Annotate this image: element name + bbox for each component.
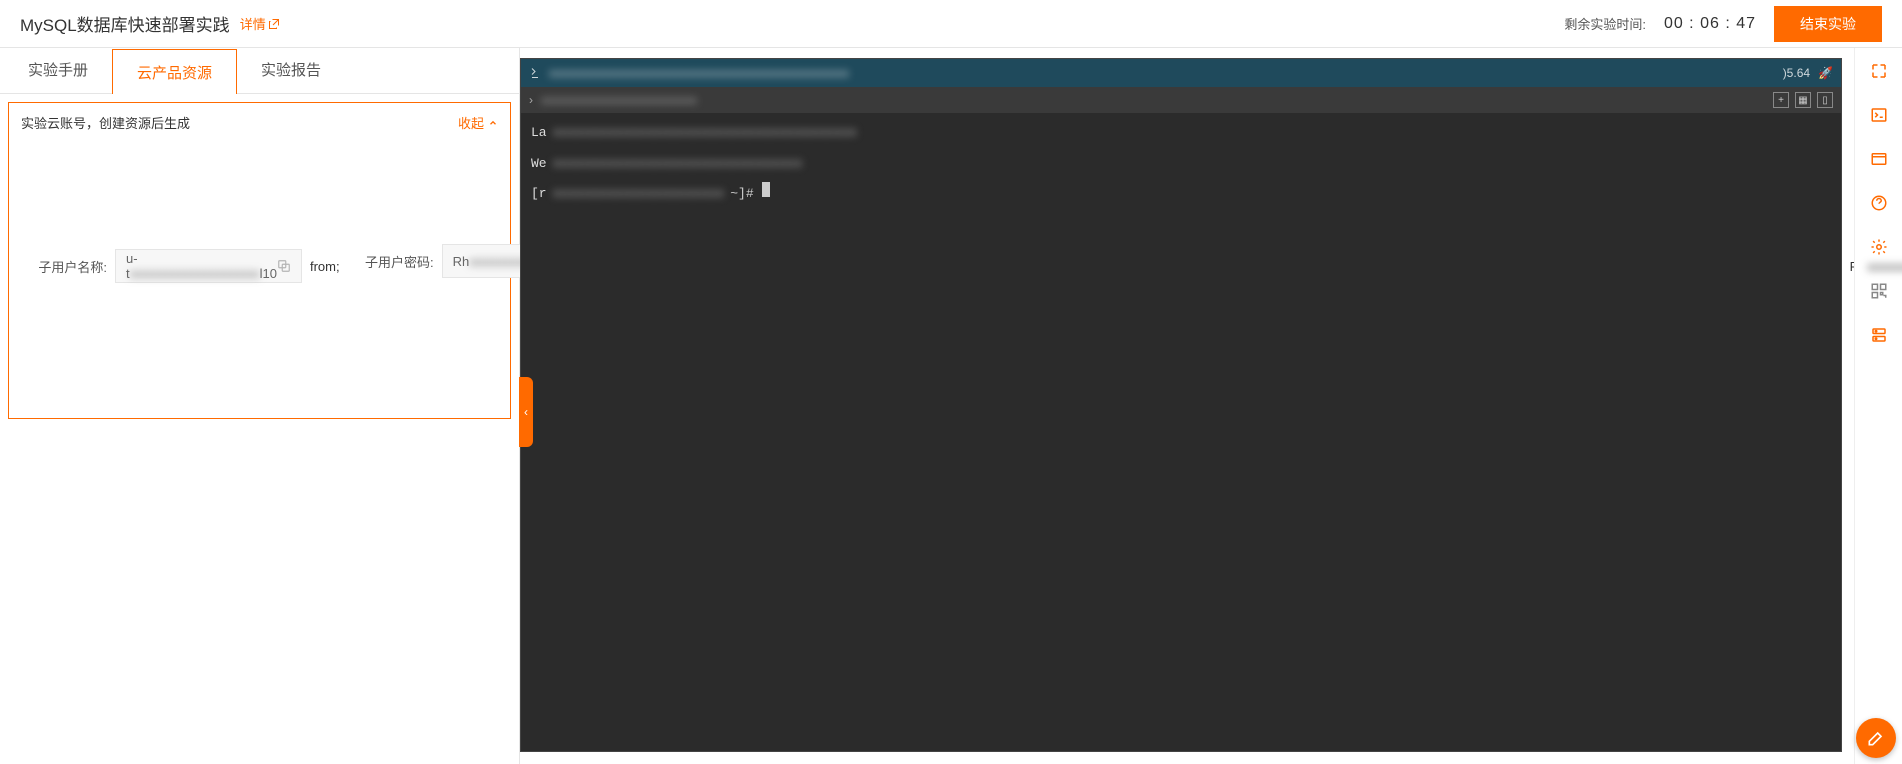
help-rail-icon[interactable] — [1868, 192, 1890, 214]
page-title: MySQL数据库快速部署实践 — [20, 11, 230, 36]
server-icon[interactable] — [1868, 324, 1890, 346]
terminal-cursor — [762, 182, 770, 197]
tab-resources[interactable]: 云产品资源 — [112, 49, 237, 94]
terminal-split-icon[interactable]: ▯ — [1817, 92, 1833, 108]
rocket-icon: 🚀 — [1818, 66, 1833, 80]
terminal-tab-title: xxxxxxxxxxxxxxxxxxxxxxxxxxxxxxxxxxxxxxxx… — [549, 66, 1775, 80]
resources-panel: 实验云账号，创建资源后生成 收起 子用户名称: u-txxxxxxxxxxxxx… — [8, 102, 511, 419]
chevron-up-icon — [488, 118, 498, 128]
terminal-line: [r — [531, 182, 547, 207]
terminal-area: ‹ xxxxxxxxxxxxxxxxxxxxxxxxxxxxxxxxxxxxxx… — [520, 48, 1854, 764]
left-panel: 实验手册 云产品资源 实验报告 实验云账号，创建资源后生成 收起 子用户名称: … — [0, 48, 520, 764]
terminal-line: We — [531, 152, 547, 177]
terminal-prompt-bar: › xxxxxxxxxxxxxxxxxxxxxxxxxx + ▦ ▯ — [521, 87, 1841, 113]
end-experiment-button[interactable]: 结束实验 — [1774, 6, 1882, 42]
sub-pwd-label: 子用户密码: — [348, 252, 434, 271]
link-out-icon — [268, 18, 280, 30]
window-icon[interactable] — [1868, 148, 1890, 170]
collapse-toggle[interactable]: 收起 — [458, 113, 498, 132]
terminal-add-icon[interactable]: + — [1773, 92, 1789, 108]
tab-report[interactable]: 实验报告 — [237, 48, 345, 93]
terminal[interactable]: xxxxxxxxxxxxxxxxxxxxxxxxxxxxxxxxxxxxxxxx… — [520, 58, 1842, 752]
terminal-tab-suffix: )5.64 — [1783, 66, 1810, 80]
chevron-left-icon: ‹ — [524, 405, 528, 419]
fullscreen-icon[interactable] — [1868, 60, 1890, 82]
settings-icon[interactable] — [1868, 236, 1890, 258]
tabs: 实验手册 云产品资源 实验报告 — [0, 48, 519, 94]
timer-value: 00 : 06 : 47 — [1664, 15, 1756, 33]
terminal-chevron-icon: › — [529, 93, 533, 107]
timer-label: 剩余实验时间: — [1564, 14, 1646, 33]
sub-user-value: u-txxxxxxxxxxxxxxxxxxxxl10 — [115, 249, 302, 283]
right-rail — [1854, 48, 1902, 764]
tab-manual[interactable]: 实验手册 — [4, 48, 112, 93]
panel-collapse-handle[interactable]: ‹ — [519, 377, 533, 447]
terminal-prompt-text: xxxxxxxxxxxxxxxxxxxxxxxxxx — [541, 93, 697, 107]
terminal-line: La — [531, 121, 547, 146]
terminal-branch-icon — [529, 67, 541, 79]
qr-icon[interactable] — [1868, 280, 1890, 302]
terminal-tabbar: xxxxxxxxxxxxxxxxxxxxxxxxxxxxxxxxxxxxxxxx… — [521, 59, 1841, 87]
terminal-grid-icon[interactable]: ▦ — [1795, 92, 1811, 108]
terminal-body[interactable]: La xxxxxxxxxxxxxxxxxxxxxxxxxxxxxxxxxxxxx… — [521, 113, 1841, 751]
float-edit-button[interactable] — [1856, 718, 1896, 758]
account-section-title: 实验云账号，创建资源后生成 — [21, 113, 190, 132]
sub-user-label: 子用户名称: — [21, 257, 107, 276]
terminal-rail-icon[interactable] — [1868, 104, 1890, 126]
detail-link[interactable]: 详情 — [240, 14, 280, 33]
header: MySQL数据库快速部署实践 详情 剩余实验时间: 00 : 06 : 47 结… — [0, 0, 1902, 48]
copy-icon[interactable] — [277, 259, 291, 273]
